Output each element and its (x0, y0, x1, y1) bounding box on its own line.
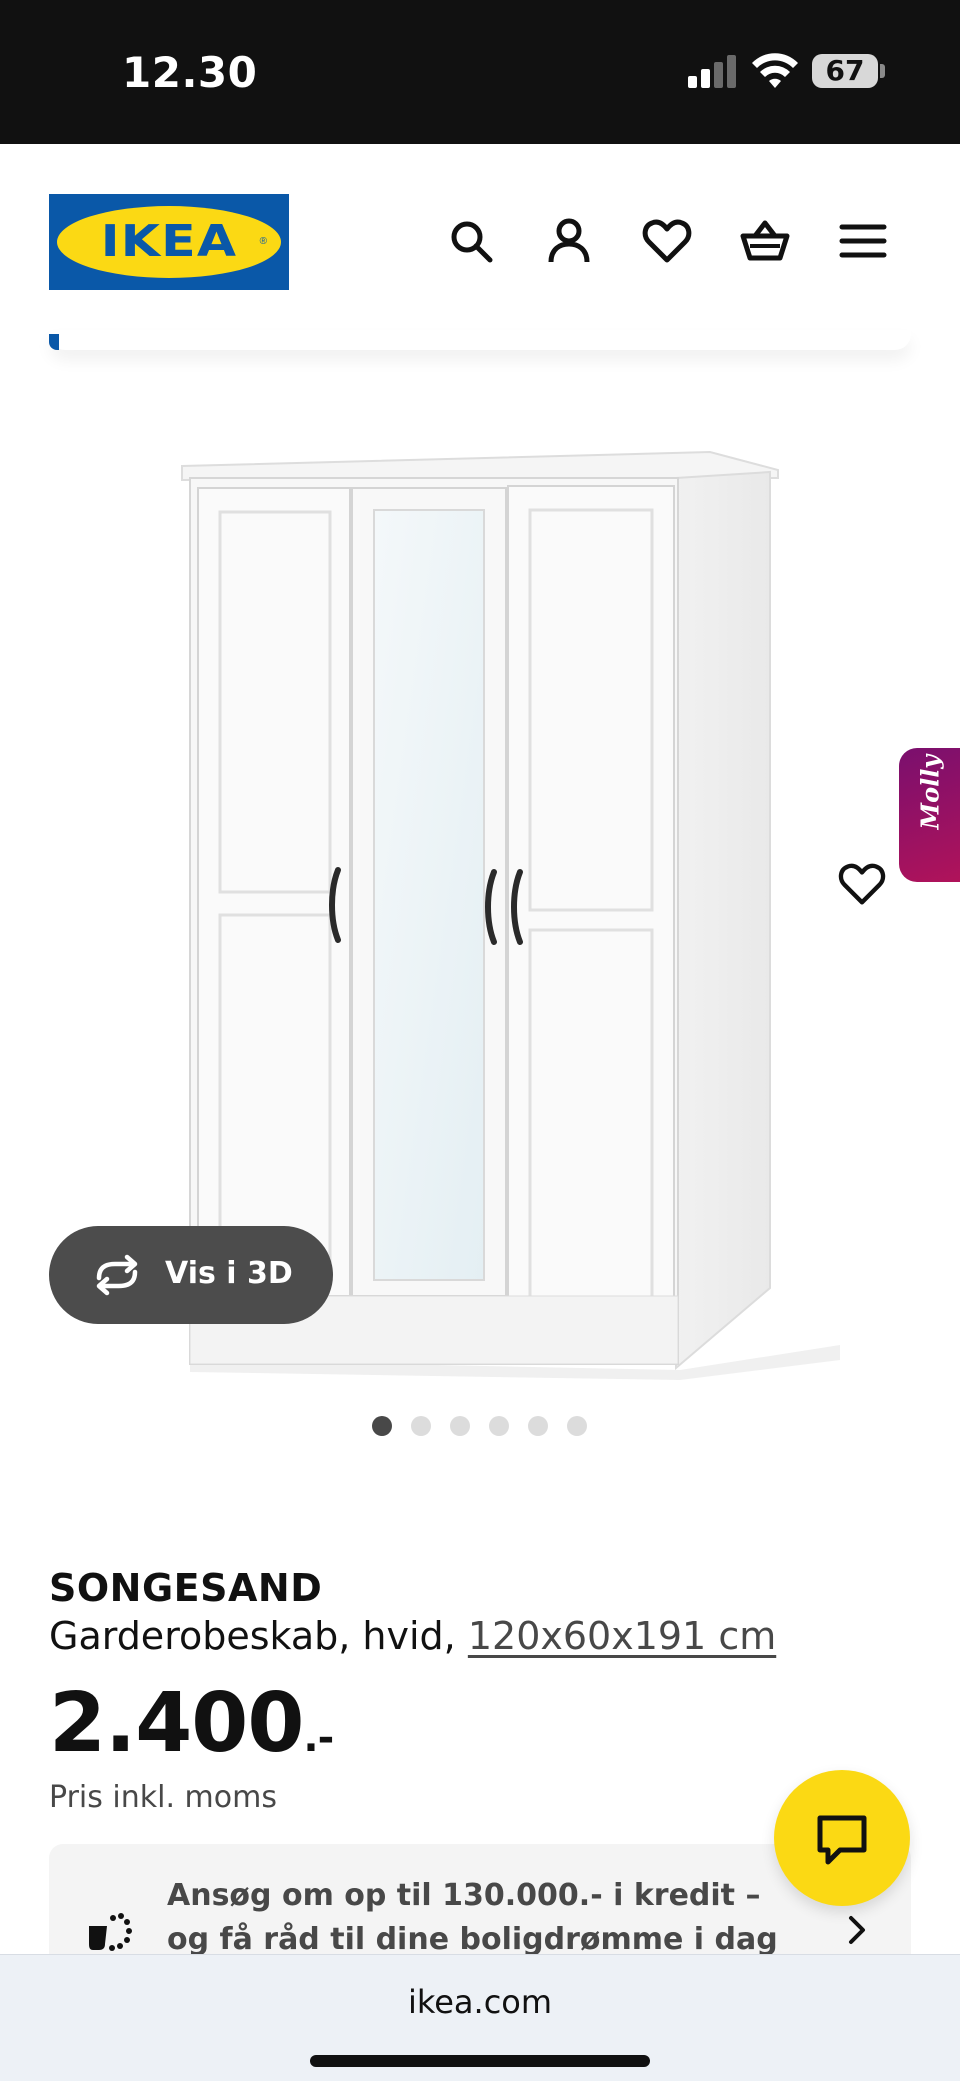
site-header: IKEA ® (0, 144, 960, 334)
view-in-3d-label: Vis i 3D (165, 1256, 293, 1291)
gallery-dot[interactable] (528, 1416, 548, 1436)
add-to-favourites-button[interactable] (836, 858, 888, 910)
credit-banner-text: Ansøg om op til 130.000.- i kredit – og … (167, 1878, 778, 1957)
price-suffix: .- (303, 1715, 334, 1761)
basket-icon[interactable] (738, 214, 792, 268)
molly-assistant-tab[interactable]: Molly (899, 748, 960, 882)
battery-tip (880, 64, 885, 78)
banner-accent (49, 334, 59, 350)
gallery-dot[interactable] (567, 1416, 587, 1436)
gallery-dot[interactable] (411, 1416, 431, 1436)
menu-icon[interactable] (836, 214, 890, 268)
account-icon[interactable] (542, 214, 596, 268)
chat-bubble-icon (817, 1815, 867, 1865)
browser-url[interactable]: ikea.com (0, 1983, 960, 2021)
rotate-3d-icon (96, 1254, 138, 1296)
chevron-right-icon (849, 1916, 865, 1944)
price-value: 2.400 (49, 1676, 304, 1771)
gallery-pagination (0, 1416, 960, 1440)
logo-oval: IKEA ® (57, 206, 281, 278)
wifi-icon (752, 53, 798, 88)
collapsed-banner (49, 330, 911, 350)
product-size-link[interactable]: 120x60x191 cm (468, 1614, 776, 1658)
product-price: 2.400.- (49, 1676, 334, 1771)
product-description: Garderobeskab, hvid, 120x60x191 cm (49, 1614, 776, 1658)
gallery-dot[interactable] (489, 1416, 509, 1436)
ikea-logo[interactable]: IKEA ® (49, 194, 289, 290)
gallery-dot[interactable] (372, 1416, 392, 1436)
gallery-dot[interactable] (450, 1416, 470, 1436)
search-icon[interactable] (444, 214, 498, 268)
molly-label: Molly (915, 754, 945, 830)
heart-icon[interactable] (640, 214, 694, 268)
battery-level: 67 (825, 54, 865, 87)
product-type: Garderobeskab, hvid, (49, 1614, 468, 1658)
signal-icon (688, 54, 738, 88)
wallet-coins-icon (89, 1913, 132, 1951)
status-time: 12.30 (122, 48, 258, 97)
battery-icon: 67 (812, 54, 878, 88)
product-name: SONGESAND (49, 1566, 323, 1610)
browser-address-bar[interactable]: ikea.com (0, 1954, 960, 2081)
view-in-3d-button[interactable]: Vis i 3D (49, 1226, 333, 1324)
home-indicator[interactable] (310, 2055, 650, 2067)
status-bar: 12.30 67 (0, 0, 960, 144)
heart-icon (838, 863, 886, 905)
price-vat-note: Pris inkl. moms (49, 1780, 277, 1815)
registered-mark: ® (259, 236, 267, 247)
chat-button[interactable] (774, 1770, 910, 1906)
